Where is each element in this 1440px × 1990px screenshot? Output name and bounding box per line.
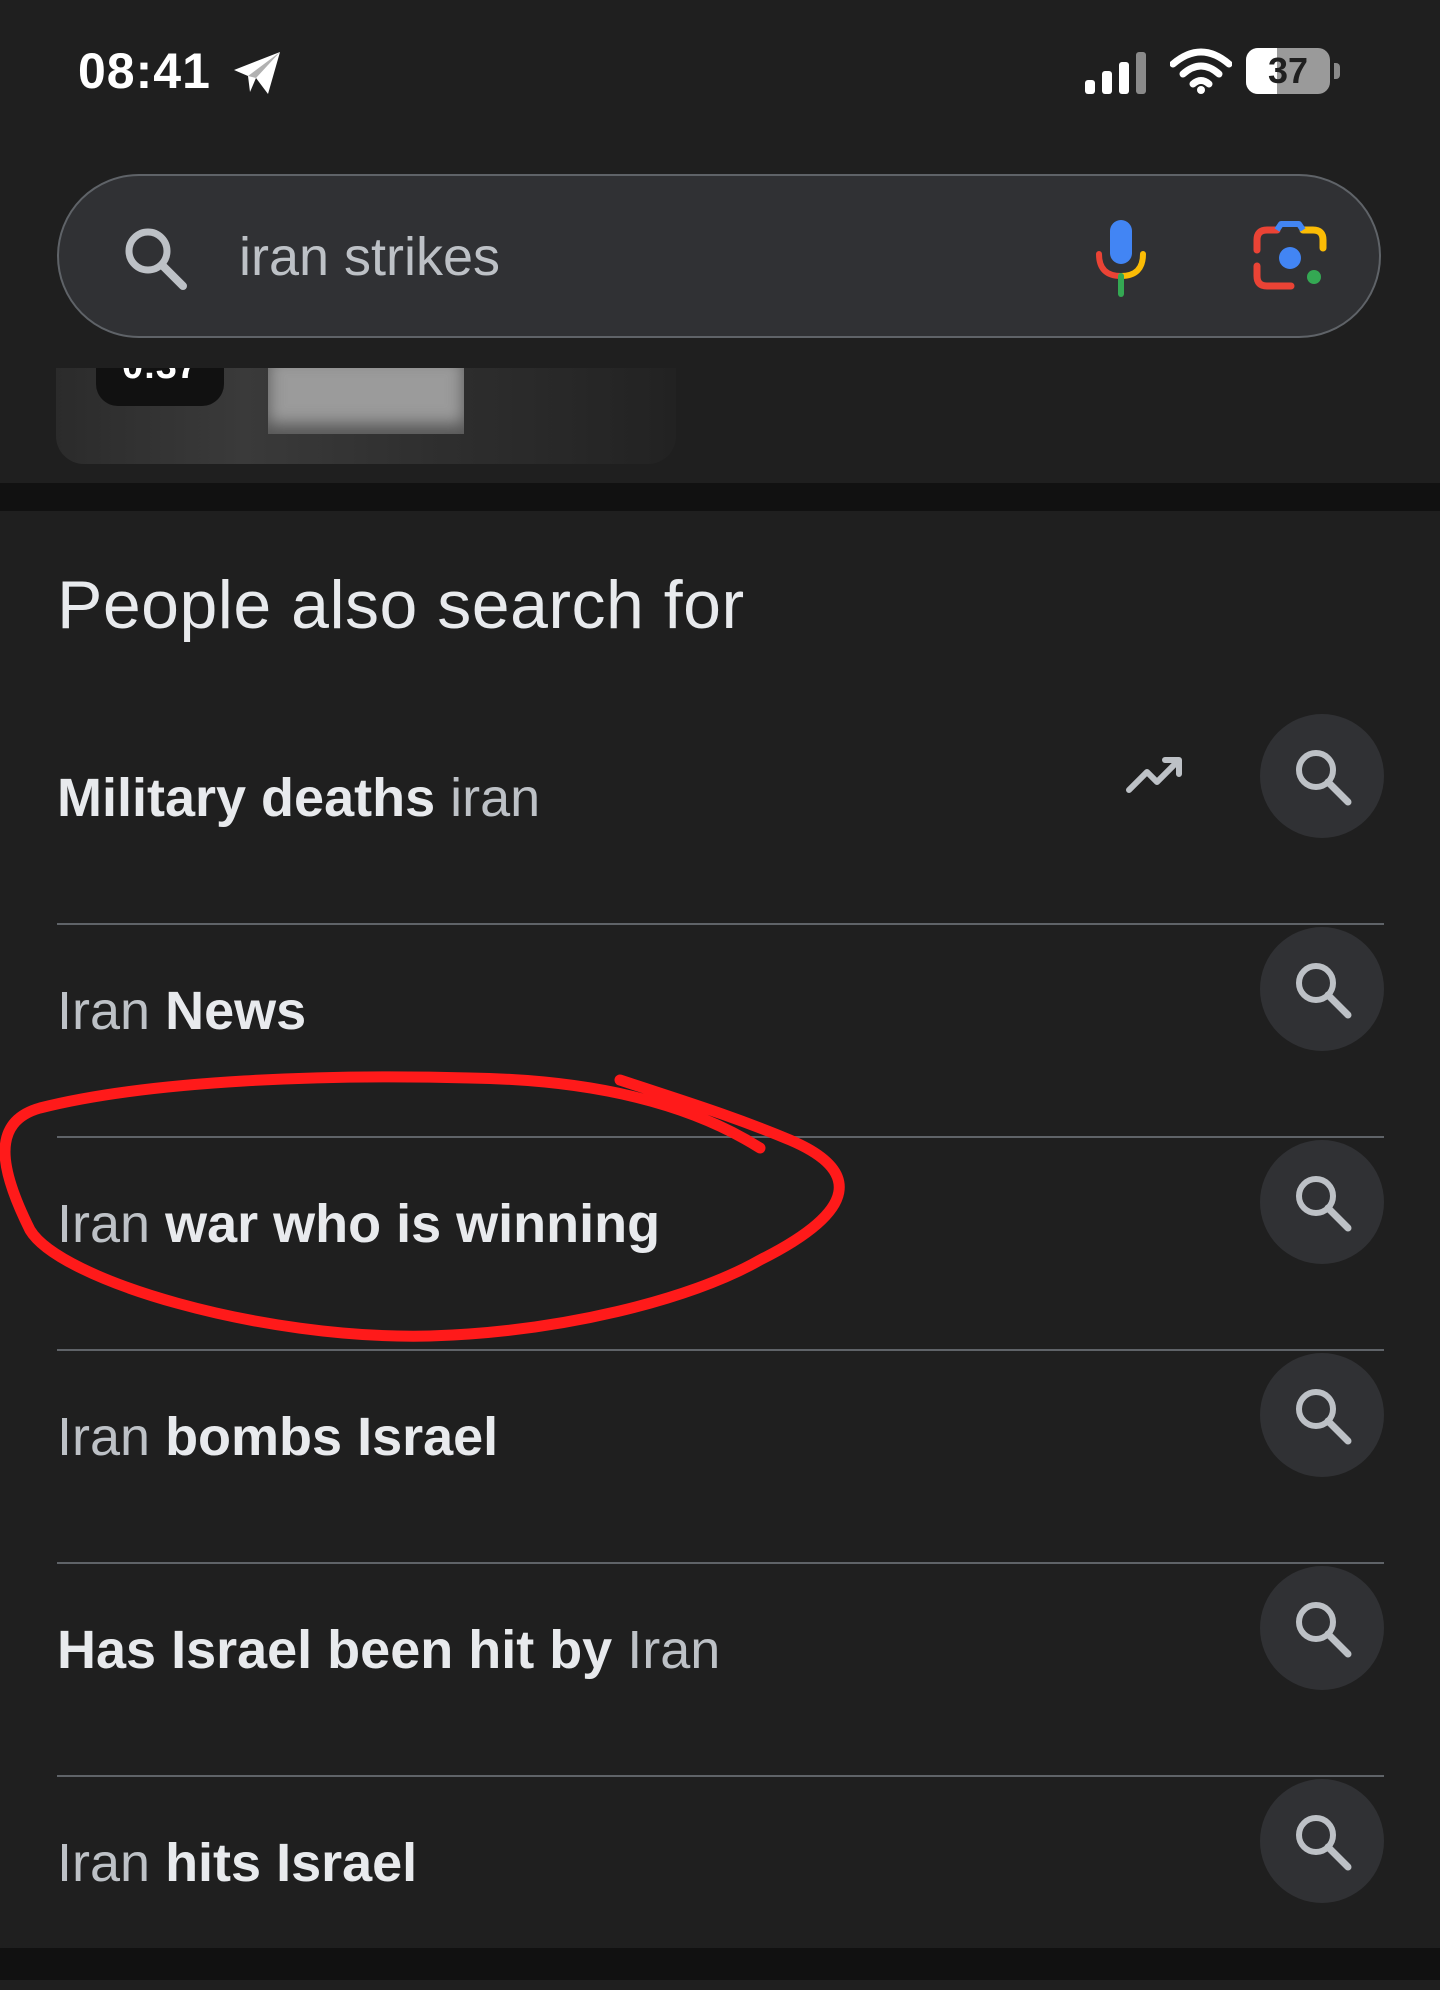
related-search-text[interactable]: Military deaths iran — [57, 767, 540, 829]
section-divider-bottom — [0, 1948, 1440, 1980]
google-lens-icon[interactable] — [1251, 220, 1329, 296]
related-search-button[interactable] — [1260, 1353, 1384, 1477]
related-search-text[interactable]: Iran bombs Israel — [57, 1406, 498, 1468]
signal-icon — [1085, 52, 1146, 94]
related-search-text[interactable]: Has Israel been hit by Iran — [57, 1619, 720, 1681]
search-bar[interactable]: iran strikes — [57, 174, 1381, 338]
query-plain-part: Iran — [57, 981, 151, 1041]
wifi-icon — [1170, 48, 1232, 94]
query-bold-part: Military deaths — [57, 768, 436, 828]
mic-icon[interactable] — [1091, 218, 1151, 298]
related-search-item[interactable]: Has Israel been hit by Iran — [57, 1564, 1384, 1777]
related-search-item[interactable]: Iran bombs Israel — [57, 1351, 1384, 1564]
video-result-partial[interactable]: 0:37 — [0, 368, 1440, 483]
section-divider — [0, 483, 1440, 511]
query-plain-part: Iran — [57, 1833, 151, 1893]
related-search-text[interactable]: Iran war who is winning — [57, 1193, 660, 1255]
video-thumbnail[interactable]: 0:37 — [56, 368, 676, 464]
search-icon — [1296, 1602, 1352, 1658]
query-bold-part: bombs Israel — [150, 1407, 499, 1467]
related-search-button[interactable] — [1260, 927, 1384, 1051]
related-search-item[interactable]: Iran war who is winning — [57, 1138, 1384, 1351]
search-icon — [1296, 750, 1352, 806]
video-duration: 0:37 — [96, 368, 225, 406]
section-title: People also search for — [57, 567, 745, 643]
query-plain-part: Iran — [57, 1407, 151, 1467]
telegram-icon — [234, 52, 280, 94]
search-icon — [1296, 1176, 1352, 1232]
related-search-button[interactable] — [1260, 1566, 1384, 1690]
query-bold-part: hits Israel — [150, 1833, 418, 1893]
related-search-button[interactable] — [1260, 1140, 1384, 1264]
battery-percent: 37 — [1267, 50, 1309, 91]
search-icon — [1296, 1815, 1352, 1871]
related-search-item[interactable]: Iran News — [57, 925, 1384, 1138]
related-search-button[interactable] — [1260, 714, 1384, 838]
trending-icon — [1126, 757, 1182, 793]
status-time: 08:41 — [78, 43, 211, 99]
status-bar: 08:41 37 — [0, 0, 1440, 150]
query-bold-part: Has Israel been hit by — [57, 1620, 613, 1680]
related-searches-list: Military deaths iran Iran News Iran war wh… — [57, 712, 1384, 1990]
related-search-text[interactable]: Iran News — [57, 980, 306, 1042]
search-icon — [1296, 963, 1352, 1019]
search-icon — [125, 228, 187, 290]
related-search-button[interactable] — [1260, 1779, 1384, 1903]
query-plain-part: Iran — [612, 1620, 721, 1680]
related-search-text[interactable]: Iran hits Israel — [57, 1832, 417, 1894]
search-input[interactable]: iran strikes — [239, 226, 500, 288]
query-bold-part: war who is winning — [150, 1194, 661, 1254]
query-plain-part: iran — [435, 768, 541, 828]
related-search-item[interactable]: Military deaths iran — [57, 712, 1384, 925]
query-bold-part: News — [150, 981, 307, 1041]
query-plain-part: Iran — [57, 1194, 151, 1254]
search-icon — [1296, 1389, 1352, 1445]
battery-icon: 37 — [1246, 48, 1342, 94]
